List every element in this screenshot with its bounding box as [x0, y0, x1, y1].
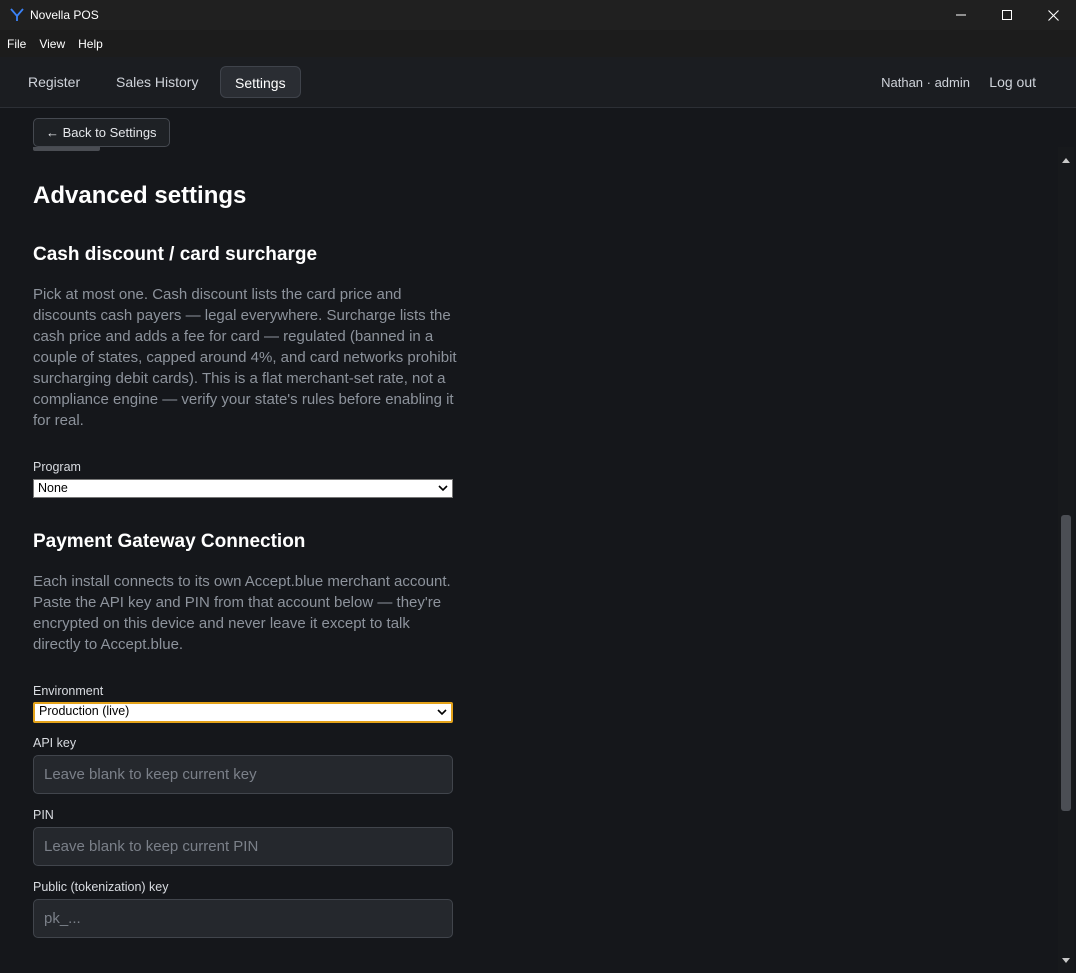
- tab-sales-history[interactable]: Sales History: [102, 66, 212, 98]
- scroll-down-arrow-icon[interactable]: [1061, 951, 1071, 969]
- cash-discount-section-title: Cash discount / card surcharge: [33, 244, 318, 265]
- logout-button[interactable]: Log out: [989, 66, 1036, 98]
- settings-content: ← Back to Settings Advanced settings Cas…: [0, 108, 1058, 973]
- menu-bar: File View Help: [0, 30, 1076, 57]
- tab-settings[interactable]: Settings: [220, 66, 301, 98]
- title-bar: Novella POS: [0, 0, 1076, 30]
- app-logo-icon: [10, 8, 24, 22]
- minimize-icon[interactable]: [938, 0, 984, 30]
- top-navigation: Register Sales History Settings Nathan ·…: [0, 57, 1076, 108]
- window-controls: [938, 0, 1076, 30]
- program-label: Program: [33, 460, 81, 474]
- chevron-down-icon: [438, 480, 448, 497]
- program-select-value: None: [38, 481, 68, 495]
- menu-view[interactable]: View: [32, 37, 71, 51]
- chevron-down-icon: [437, 704, 447, 721]
- back-button-underline: [33, 147, 100, 151]
- public-key-input[interactable]: pk_...: [33, 899, 453, 938]
- public-key-label: Public (tokenization) key: [33, 880, 169, 894]
- menu-help[interactable]: Help: [71, 37, 109, 51]
- back-to-settings-button[interactable]: ← Back to Settings: [33, 118, 170, 147]
- tab-register[interactable]: Register: [14, 66, 94, 98]
- window-title: Novella POS: [30, 8, 99, 22]
- api-key-placeholder: Leave blank to keep current key: [44, 766, 257, 783]
- api-key-input[interactable]: Leave blank to keep current key: [33, 755, 453, 794]
- environment-select-value: Production (live): [39, 704, 130, 718]
- program-select[interactable]: None: [33, 479, 453, 498]
- payment-gateway-section-title: Payment Gateway Connection: [33, 531, 306, 552]
- menu-file[interactable]: File: [0, 37, 32, 51]
- pin-label: PIN: [33, 808, 54, 822]
- vertical-scrollbar[interactable]: [1058, 147, 1074, 973]
- environment-label: Environment: [33, 684, 104, 698]
- environment-select[interactable]: Production (live): [33, 702, 453, 723]
- cash-discount-description: Pick at most one. Cash discount lists th…: [33, 286, 457, 429]
- maximize-icon[interactable]: [984, 0, 1030, 30]
- scrollbar-thumb[interactable]: [1061, 515, 1071, 811]
- current-user-label: Nathan · admin: [881, 75, 970, 90]
- payment-gateway-description: Each install connects to its own Accept.…: [33, 573, 451, 653]
- pin-input[interactable]: Leave blank to keep current PIN: [33, 827, 453, 866]
- page-title: Advanced settings: [33, 182, 247, 209]
- api-key-label: API key: [33, 736, 77, 750]
- public-key-placeholder: pk_...: [44, 910, 81, 927]
- close-icon[interactable]: [1030, 0, 1076, 30]
- scroll-up-arrow-icon[interactable]: [1061, 151, 1071, 169]
- pin-placeholder: Leave blank to keep current PIN: [44, 838, 259, 855]
